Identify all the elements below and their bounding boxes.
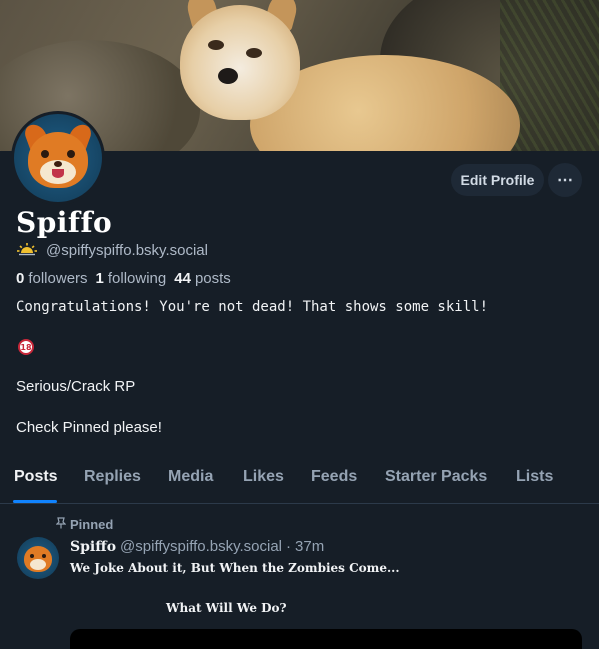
- post-text: What Will We Do?: [166, 601, 287, 615]
- tab-likes[interactable]: Likes: [243, 468, 284, 486]
- post-author-name[interactable]: Spiffo: [70, 539, 116, 555]
- fox-eye: [41, 150, 49, 158]
- fox-mouth: [52, 169, 64, 178]
- raccoon-nose: [218, 68, 238, 84]
- posts-label: posts: [194, 270, 231, 287]
- raccoon-eye: [208, 40, 224, 50]
- posts-count: 44: [174, 270, 191, 287]
- bio-line: Serious/Crack RP: [16, 378, 136, 395]
- pinned-indicator: Pinned: [55, 517, 114, 532]
- post-separator: ·: [286, 538, 292, 555]
- tab-starter-packs[interactable]: Starter Packs: [385, 468, 487, 486]
- tab-replies[interactable]: Replies: [84, 468, 141, 486]
- age-18-icon: 18: [18, 339, 34, 355]
- following-label: following: [107, 270, 167, 287]
- tab-posts[interactable]: Posts: [14, 468, 58, 486]
- bio-line: Congratulations! You're not dead! That s…: [16, 299, 489, 315]
- fox-nose: [54, 161, 62, 167]
- post-text: We Joke About it, But When the Zombies C…: [70, 561, 400, 575]
- tab-feeds[interactable]: Feeds: [311, 468, 357, 486]
- post-author-avatar[interactable]: [17, 537, 59, 579]
- fox-eye: [67, 150, 75, 158]
- profile-handle[interactable]: @spiffyspiffo.bsky.social: [46, 242, 208, 259]
- display-name: Spiffo: [16, 206, 113, 239]
- edit-profile-button[interactable]: Edit Profile: [451, 164, 544, 196]
- raccoon-head: [180, 5, 300, 120]
- post-author-handle[interactable]: @spiffyspiffo.bsky.social: [120, 538, 282, 555]
- following-stat[interactable]: 1 following: [96, 270, 167, 287]
- active-tab-indicator: [13, 500, 57, 503]
- post-timestamp[interactable]: 37m: [295, 538, 324, 555]
- posts-stat: 44 posts: [174, 270, 231, 287]
- followers-stat[interactable]: 0 followers: [16, 270, 88, 287]
- following-count: 1: [95, 270, 104, 287]
- followers-label: followers: [28, 270, 88, 287]
- more-options-button[interactable]: ⋯: [548, 163, 582, 197]
- raccoon-eye: [246, 48, 262, 58]
- sun-icon: [16, 242, 38, 259]
- profile-avatar[interactable]: [11, 111, 105, 205]
- post-embed-media[interactable]: [70, 629, 582, 649]
- followers-count: 0: [16, 270, 25, 287]
- bio-line: Check Pinned please!: [16, 419, 162, 436]
- fox-eye: [42, 554, 46, 558]
- profile-tabs: Posts Replies Media Likes Feeds Starter …: [0, 458, 599, 504]
- post-header: Spiffo @spiffyspiffo.bsky.social · 37m: [70, 538, 324, 555]
- tab-media[interactable]: Media: [168, 468, 213, 486]
- pinned-label: Pinned: [70, 517, 114, 532]
- profile-stats: 0 followers 1 following 44 posts: [16, 270, 231, 287]
- pin-icon: [55, 517, 67, 532]
- fox-muzzle: [30, 559, 46, 570]
- fox-eye: [30, 554, 34, 558]
- handle-row: @spiffyspiffo.bsky.social: [16, 242, 208, 259]
- tab-lists[interactable]: Lists: [516, 468, 553, 486]
